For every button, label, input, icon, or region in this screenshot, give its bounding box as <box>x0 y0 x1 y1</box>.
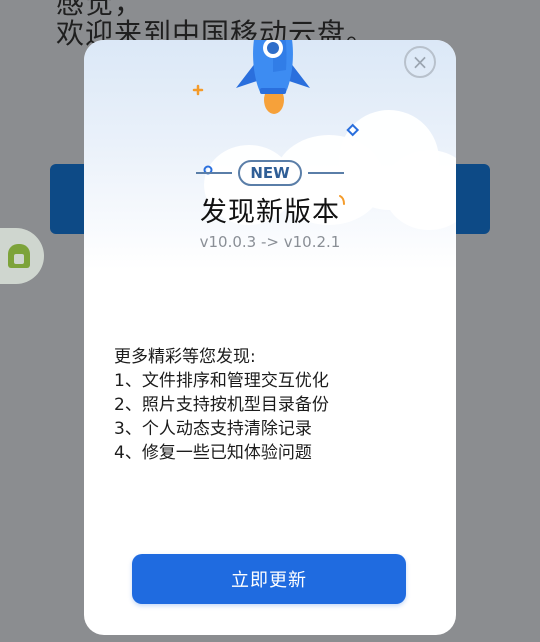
release-notes-heading: 更多精彩等您发现: <box>114 347 256 367</box>
close-button[interactable]: × <box>404 46 436 78</box>
android-icon <box>8 244 30 268</box>
release-note-item: 3、个人动态支持清除记录 <box>114 419 312 439</box>
release-note-item: 2、照片支持按机型目录备份 <box>114 395 329 415</box>
floating-avatar <box>0 228 44 284</box>
release-note-item: 4、修复一些已知体验问题 <box>114 443 312 463</box>
release-note-item: 1、文件排序和管理交互优化 <box>114 371 329 391</box>
version-text: v10.0.3 -> v10.2.1 <box>199 233 341 251</box>
divider-left <box>196 172 233 174</box>
update-dialog: × NEW 发现新版本 v10.0.3 -> v10.2.1 更多精彩等您发现:… <box>84 40 456 635</box>
release-notes: 更多精彩等您发现: 1、文件排序和管理交互优化 2、照片支持按机型目录备份 3、… <box>114 345 434 465</box>
update-now-button[interactable]: 立即更新 <box>132 554 406 604</box>
new-badge: NEW <box>238 160 302 186</box>
new-badge-row: NEW <box>84 160 456 186</box>
dialog-title: 发现新版本 <box>200 197 340 228</box>
divider-right <box>307 172 344 174</box>
